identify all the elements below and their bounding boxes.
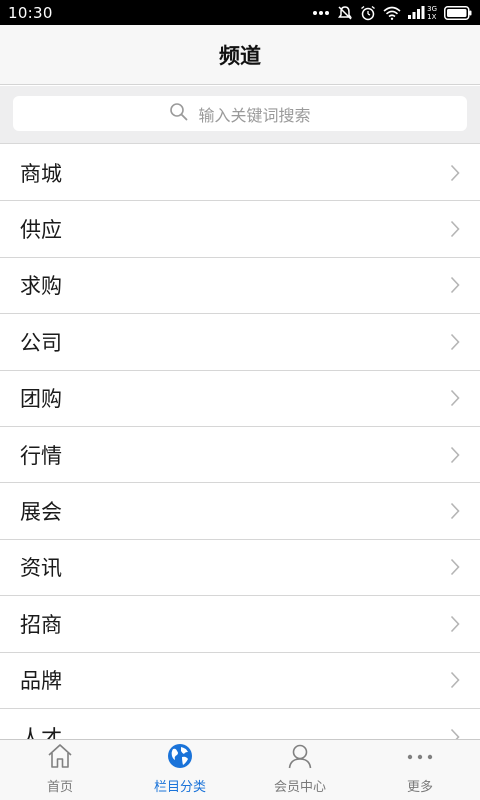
list-item-talent[interactable]: 人才 bbox=[0, 709, 480, 739]
list-item-exhibition[interactable]: 展会 bbox=[0, 483, 480, 540]
list-item-label: 商城 bbox=[20, 161, 62, 186]
globe-icon bbox=[167, 743, 193, 773]
chevron-right-icon bbox=[450, 728, 460, 739]
alarm-icon bbox=[360, 5, 376, 21]
wifi-icon bbox=[383, 6, 401, 20]
status-bar: 10:30 3G 1X bbox=[0, 0, 480, 25]
status-icons: 3G 1X bbox=[312, 0, 472, 25]
nav-bar: 频道 bbox=[0, 25, 480, 85]
search-icon bbox=[169, 102, 188, 125]
list-item-label: 供应 bbox=[20, 218, 62, 243]
tab-label: 更多 bbox=[406, 780, 433, 795]
more-icon bbox=[405, 745, 435, 773]
list-item-label: 求购 bbox=[20, 274, 62, 299]
list-item-label: 人才 bbox=[20, 725, 62, 739]
chevron-right-icon bbox=[450, 615, 460, 632]
list-item-news[interactable]: 资讯 bbox=[0, 540, 480, 597]
list-item-label: 品牌 bbox=[20, 669, 62, 694]
search-input[interactable]: 输入关键词搜索 bbox=[13, 96, 467, 131]
search-area: 输入关键词搜索 bbox=[0, 86, 480, 144]
list-item-investment[interactable]: 招商 bbox=[0, 596, 480, 653]
tab-bar: 首页 栏目分类 会员中心 更多 bbox=[0, 739, 480, 800]
list-item-group-buy[interactable]: 团购 bbox=[0, 371, 480, 427]
home-icon bbox=[46, 743, 74, 773]
network-label-top: 3G bbox=[427, 4, 437, 13]
chevron-right-icon bbox=[450, 221, 460, 238]
channel-list: 商城 供应 求购 公司 团购 行情 展会 资讯 招商 品牌 人才 bbox=[0, 145, 480, 739]
list-item-label: 招商 bbox=[20, 612, 62, 637]
list-item-supply[interactable]: 供应 bbox=[0, 201, 480, 258]
chevron-right-icon bbox=[450, 277, 460, 294]
list-item-brand[interactable]: 品牌 bbox=[0, 653, 480, 709]
chevron-right-icon bbox=[450, 559, 460, 576]
chevron-right-icon bbox=[450, 390, 460, 407]
tab-more[interactable]: 更多 bbox=[360, 740, 480, 800]
list-item-market[interactable]: 行情 bbox=[0, 427, 480, 484]
more-dots-icon bbox=[312, 10, 330, 16]
chevron-right-icon bbox=[450, 333, 460, 350]
list-item-label: 展会 bbox=[20, 500, 62, 525]
chevron-right-icon bbox=[450, 446, 460, 463]
list-item-purchase[interactable]: 求购 bbox=[0, 258, 480, 315]
network-label-bottom: 1X bbox=[427, 12, 437, 21]
chevron-right-icon bbox=[450, 502, 460, 520]
list-item-mall[interactable]: 商城 bbox=[0, 145, 480, 202]
chevron-right-icon bbox=[450, 164, 460, 181]
tab-home[interactable]: 首页 bbox=[0, 740, 120, 800]
list-item-label: 团购 bbox=[20, 387, 62, 412]
chevron-right-icon bbox=[450, 672, 460, 689]
signal-icon: 3G 1X bbox=[408, 5, 437, 21]
list-item-label: 资讯 bbox=[20, 556, 62, 581]
tab-label: 栏目分类 bbox=[153, 780, 206, 795]
list-item-label: 行情 bbox=[20, 443, 62, 468]
tab-member-center[interactable]: 会员中心 bbox=[240, 740, 360, 800]
user-icon bbox=[287, 743, 313, 773]
mute-icon bbox=[337, 5, 353, 21]
battery-icon bbox=[444, 5, 472, 20]
tab-label: 会员中心 bbox=[273, 780, 326, 795]
tab-label: 首页 bbox=[46, 780, 73, 795]
search-placeholder: 输入关键词搜索 bbox=[198, 105, 311, 125]
page-title: 频道 bbox=[219, 43, 261, 68]
tab-categories[interactable]: 栏目分类 bbox=[120, 740, 240, 800]
status-time: 10:30 bbox=[8, 3, 53, 22]
list-item-company[interactable]: 公司 bbox=[0, 314, 480, 371]
list-item-label: 公司 bbox=[20, 330, 62, 355]
